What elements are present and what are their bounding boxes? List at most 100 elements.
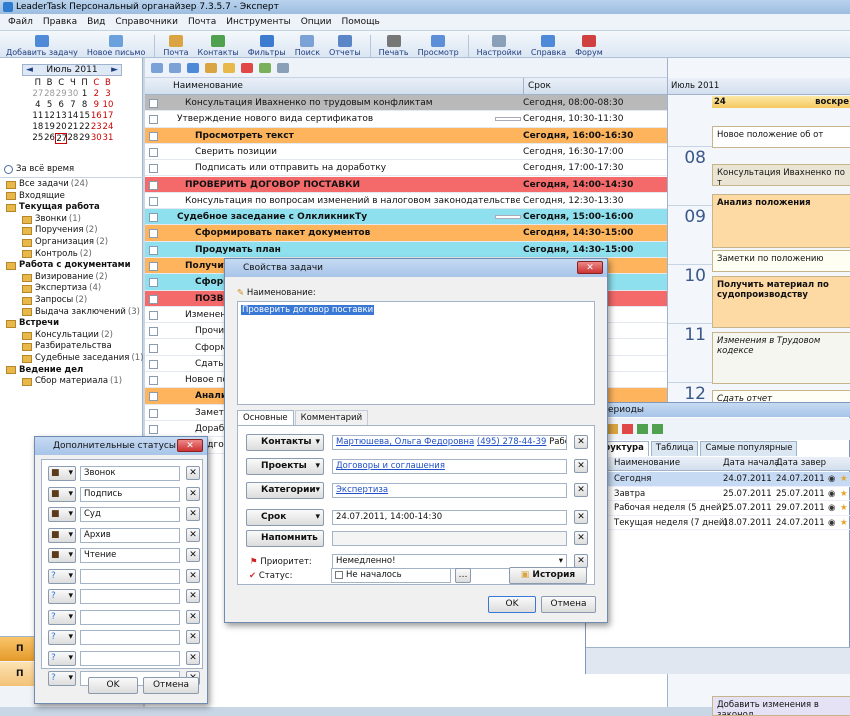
- period-row[interactable]: Текущая неделя (7 дней) 18.07.2011 24.07.2…: [586, 516, 850, 530]
- task-checkbox[interactable]: [149, 310, 158, 320]
- calendar-day[interactable]: 10: [102, 100, 114, 111]
- remove-status-button[interactable]: ✕: [186, 609, 200, 624]
- calendar-day[interactable]: 26: [44, 133, 56, 144]
- column-date[interactable]: Срок: [523, 78, 551, 94]
- status-icon-picker[interactable]: ? ▾: [48, 589, 76, 604]
- clear-due-button[interactable]: ✕: [574, 510, 588, 524]
- day-header[interactable]: 24 воскре: [712, 96, 850, 108]
- flag-icon[interactable]: [241, 62, 253, 73]
- nav-item[interactable]: Работа с документами: [0, 260, 143, 272]
- task-row[interactable]: Подписать или отправить на доработку Сего…: [145, 160, 667, 177]
- calendar-day[interactable]: 7: [67, 100, 79, 111]
- close-dialog-button[interactable]: ✕: [577, 261, 603, 274]
- nav-item[interactable]: Судебные заседания (1): [0, 353, 143, 365]
- remove-status-button[interactable]: ✕: [186, 548, 200, 562]
- status-icon-picker[interactable]: ■ ▾: [48, 507, 76, 522]
- calendar-day[interactable]: 3: [102, 89, 114, 100]
- nav-item[interactable]: Консультации (2): [0, 330, 143, 342]
- toolbar-button-3[interactable]: Контакты: [198, 35, 239, 57]
- toolbar-button-4[interactable]: Фильтры: [248, 35, 286, 57]
- categories-button[interactable]: Категории ▾: [246, 482, 324, 499]
- status-cancel-button[interactable]: Отмена: [143, 677, 199, 694]
- toolbar-button-2[interactable]: Почта: [163, 35, 189, 57]
- eye-icon[interactable]: ◉: [828, 501, 835, 515]
- menu-item-6[interactable]: Опции: [301, 17, 332, 27]
- task-row[interactable]: Просмотреть текст Сегодня, 16:00-16:30: [145, 127, 667, 144]
- calendar-day[interactable]: 21: [67, 122, 79, 133]
- task-checkbox[interactable]: [149, 262, 158, 271]
- projects-button[interactable]: Проекты ▾: [246, 458, 324, 475]
- status-icon-picker[interactable]: ? ▾: [48, 671, 76, 686]
- nav-item[interactable]: Организация (2): [0, 237, 143, 249]
- calendar-day[interactable]: 27: [32, 89, 44, 100]
- calendar-day[interactable]: 19: [44, 122, 56, 133]
- status-name-field[interactable]: [80, 609, 180, 625]
- periods-tab-2[interactable]: Самые популярные: [700, 441, 798, 456]
- calendar-day[interactable]: 30: [67, 89, 79, 100]
- remove-status-button[interactable]: ✕: [186, 466, 200, 480]
- task-row[interactable]: Сверить позиции Сегодня, 16:30-17:00: [145, 143, 667, 161]
- calendar-day[interactable]: 20: [55, 122, 67, 133]
- task-checkbox[interactable]: [149, 196, 158, 206]
- folder-icon[interactable]: [223, 62, 235, 73]
- period-row[interactable]: Завтра 25.07.2011 25.07.2011 ◉ ★: [586, 487, 850, 501]
- next-month-icon[interactable]: ►: [111, 65, 118, 76]
- calendar-day[interactable]: 15: [79, 111, 91, 122]
- status-name-field[interactable]: Архив: [80, 527, 180, 543]
- categories-field[interactable]: Экспертиза: [332, 483, 567, 498]
- task-row[interactable]: Сформировать пакет документов Сегодня, 14…: [145, 225, 667, 242]
- menu-item-3[interactable]: Справочники: [115, 17, 178, 27]
- calendar-day[interactable]: 6: [55, 100, 67, 111]
- remove-status-button[interactable]: ✕: [186, 630, 200, 644]
- calendar-day[interactable]: 30: [90, 133, 102, 144]
- status-icon-picker[interactable]: ? ▾: [48, 630, 76, 645]
- task-checkbox[interactable]: [149, 131, 158, 141]
- nav-item[interactable]: Ведение дел: [0, 365, 143, 377]
- due-button[interactable]: Срок ▾: [246, 509, 324, 526]
- down-arrow-icon[interactable]: [652, 424, 663, 434]
- remove-status-button[interactable]: ✕: [186, 486, 200, 501]
- task-checkbox[interactable]: [149, 327, 158, 337]
- task-checkbox[interactable]: [149, 294, 158, 304]
- projects-field[interactable]: Договоры и соглашения: [332, 459, 567, 474]
- task-checkbox[interactable]: [149, 245, 158, 255]
- calendar-day[interactable]: 4: [32, 100, 44, 111]
- calendar-event[interactable]: Изменения в Трудовом кодексе: [712, 332, 850, 384]
- nav-item[interactable]: Контроль (2): [0, 249, 143, 261]
- periods-tab-1[interactable]: Таблица: [650, 441, 699, 456]
- calendar-day[interactable]: 18: [32, 122, 44, 133]
- task-checkbox[interactable]: [149, 115, 158, 125]
- toolbar-button-1[interactable]: Новое письмо: [87, 35, 145, 57]
- remove-status-button[interactable]: ✕: [186, 507, 200, 521]
- task-checkbox[interactable]: [149, 213, 158, 223]
- nav-item[interactable]: Звонки (1): [0, 214, 143, 226]
- calendar-day[interactable]: 22: [79, 122, 91, 133]
- edit-icon[interactable]: [607, 424, 618, 434]
- task-checkbox[interactable]: [149, 425, 158, 434]
- calendar-day[interactable]: 8: [79, 100, 91, 111]
- status-name-field[interactable]: Звонок: [80, 466, 180, 481]
- star-icon[interactable]: ★: [840, 516, 848, 530]
- calendar-day[interactable]: 12: [44, 111, 56, 122]
- calendar-day[interactable]: 24: [102, 122, 114, 133]
- status-name-field[interactable]: Подпись: [80, 486, 180, 502]
- calendar-event[interactable]: Добавить изменения в законод: [712, 696, 850, 716]
- status-field[interactable]: Не началось: [331, 568, 451, 583]
- status-name-field[interactable]: Суд: [80, 507, 180, 522]
- menu-item-4[interactable]: Почта: [188, 17, 216, 27]
- nav-item[interactable]: Выдача заключений (3): [0, 307, 143, 319]
- filter-icon[interactable]: [187, 62, 199, 73]
- period-row[interactable]: Сегодня 24.07.2011 24.07.2011 ◉ ★: [586, 472, 850, 487]
- nav-item[interactable]: Текущая работа: [0, 202, 143, 214]
- toolbar-button-9[interactable]: Настройки: [477, 35, 522, 57]
- calendar-day[interactable]: 5: [44, 100, 56, 111]
- calendar-day[interactable]: 31: [102, 133, 114, 144]
- remove-status-button[interactable]: ✕: [186, 527, 200, 542]
- status-icon-picker[interactable]: ? ▾: [48, 609, 76, 625]
- calendar-day[interactable]: 14: [67, 111, 79, 122]
- task-checkbox[interactable]: [149, 99, 158, 108]
- clear-remind-button[interactable]: ✕: [574, 531, 588, 545]
- status-icon-picker[interactable]: ■ ▾: [48, 486, 76, 502]
- task-row[interactable]: Консультация Ивахненко по трудовым конфл…: [145, 95, 667, 112]
- clear-projects-button[interactable]: ✕: [574, 459, 588, 473]
